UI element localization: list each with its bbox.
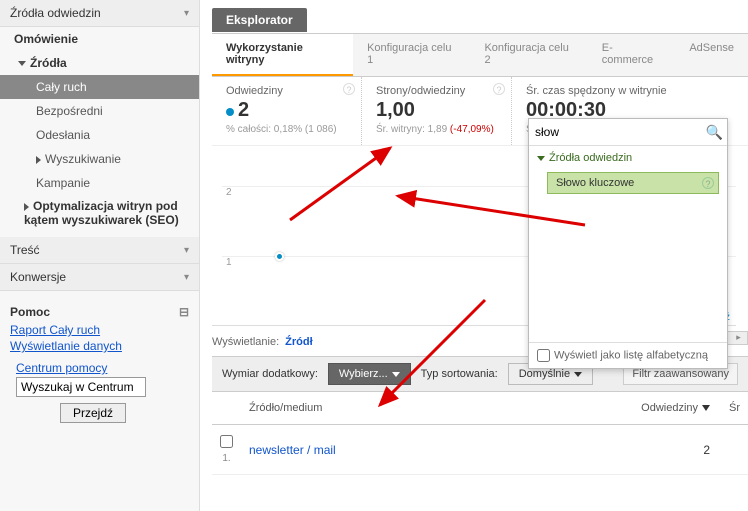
series-dot-icon — [226, 108, 234, 116]
nav-campaigns[interactable]: Kampanie — [0, 171, 199, 195]
dimension-group[interactable]: Źródła odwiedzin — [529, 146, 727, 170]
row-index: 1. — [220, 453, 233, 464]
dimension-picker-popup: 🔍 Źródła odwiedzin Słowo kluczowe? Wyświ… — [528, 118, 728, 369]
triangle-down-icon — [18, 61, 26, 66]
col-source[interactable]: Źródło/medium — [241, 392, 502, 425]
metric-visits-sub: % całości: 0,18% (1 086) — [226, 124, 347, 135]
sort-desc-icon — [702, 405, 710, 411]
metric-visits[interactable]: ? Odwiedziny 2 % całości: 0,18% (1 086) — [212, 77, 362, 145]
triangle-down-icon — [537, 156, 545, 161]
secondary-dim-button[interactable]: Wybierz... — [328, 363, 411, 385]
subtab-goal2[interactable]: Konfiguracja celu 2 — [470, 34, 587, 76]
collapse-icon[interactable]: ⊟ — [179, 305, 189, 319]
nav-all-traffic[interactable]: Cały ruch — [0, 75, 199, 99]
data-table: Źródło/medium Odwiedziny Śr 1. newslette… — [212, 392, 748, 475]
help-center-link[interactable]: Centrum pomocy — [16, 361, 189, 375]
help-panel: Pomoc ⊟ Raport Cały ruch Wyświetlanie da… — [10, 305, 189, 423]
help-search-input[interactable] — [16, 377, 146, 397]
nav-direct[interactable]: Bezpośredni — [0, 99, 199, 123]
main-area: Eksplorator Wykorzystanie witryny Konfig… — [200, 0, 748, 511]
chevron-down-icon: ▾ — [184, 272, 189, 283]
help-icon[interactable]: ? — [493, 83, 505, 95]
row-checkbox[interactable] — [220, 435, 233, 448]
nav-section-sources[interactable]: Źródła odwiedzin ▾ — [0, 0, 199, 27]
secondary-dim-label: Wymiar dodatkowy: — [222, 368, 318, 380]
chart-point — [275, 252, 284, 261]
nav-sources[interactable]: Źródła — [0, 51, 199, 75]
tabset: Eksplorator — [212, 8, 748, 34]
left-nav: Źródła odwiedzin ▾ Omówienie Źródła Cały… — [0, 0, 200, 511]
col-visits[interactable]: Odwiedziny — [502, 392, 718, 425]
chevron-right-icon: ▸ — [730, 332, 747, 344]
primary-dimension[interactable]: Źródł — [285, 336, 313, 348]
dimension-search-input[interactable] — [533, 123, 702, 141]
alpha-label: Wyświetl jako listę alfabetyczną — [554, 349, 708, 361]
metric-pages-sub-b: (-47,09%) — [450, 124, 494, 135]
metric-pages-sub-a: Śr. witryny: 1,89 — [376, 124, 450, 135]
nav-section-conversions-label: Konwersje — [10, 270, 66, 284]
subtab-adsense[interactable]: AdSense — [675, 34, 748, 76]
table-row[interactable]: 1. newsletter / mail 2 — [212, 425, 748, 475]
row-visits: 2 — [502, 425, 718, 475]
triangle-right-icon — [36, 156, 41, 164]
nav-section-content-label: Treść — [10, 243, 40, 257]
dimension-search-row: 🔍 — [529, 119, 727, 146]
nav-search[interactable]: Wyszukiwanie — [0, 147, 199, 171]
chevron-down-icon: ▾ — [184, 245, 189, 256]
subtab-ecommerce[interactable]: E-commerce — [588, 34, 676, 76]
nav-overview[interactable]: Omówienie — [0, 27, 199, 51]
metric-pages[interactable]: ? Strony/odwiedziny 1,00 Śr. witryny: 1,… — [362, 77, 512, 145]
dropdown-icon — [392, 372, 400, 377]
row-source[interactable]: newsletter / mail — [241, 425, 502, 475]
sort-label: Typ sortowania: — [421, 368, 498, 380]
subtab-site-usage[interactable]: Wykorzystanie witryny — [212, 34, 353, 76]
help-title: Pomoc — [10, 305, 50, 319]
dimension-alpha-row[interactable]: Wyświetl jako listę alfabetyczną — [529, 342, 727, 368]
dropdown-icon — [574, 372, 582, 377]
metric-time-label: Śr. czas spędzony w witrynie — [526, 85, 667, 97]
dimension-option-keyword[interactable]: Słowo kluczowe? — [547, 172, 719, 194]
nav-section-sources-label: Źródła odwiedzin — [10, 6, 101, 20]
nav-referrals[interactable]: Odesłania — [0, 123, 199, 147]
col-checkbox — [212, 392, 241, 425]
viewing-label: Wyświetlanie: — [212, 336, 279, 348]
triangle-right-icon — [24, 203, 29, 211]
help-link-display[interactable]: Wyświetlanie danych — [10, 339, 189, 353]
metric-pages-label: Strony/odwiedziny — [376, 85, 497, 97]
metric-pages-value: 1,00 — [376, 99, 497, 122]
help-link-report[interactable]: Raport Cały ruch — [10, 323, 189, 337]
alpha-checkbox[interactable] — [537, 349, 550, 362]
metric-visits-label: Odwiedziny — [226, 85, 347, 97]
help-go-button[interactable]: Przejdź — [60, 403, 126, 423]
subtab-goal1[interactable]: Konfiguracja celu 1 — [353, 34, 470, 76]
help-title-row: Pomoc ⊟ — [10, 305, 189, 319]
nav-seo[interactable]: Optymalizacja witryn pod kątem wyszukiwa… — [0, 195, 199, 231]
subtab-row: Wykorzystanie witryny Konfiguracja celu … — [212, 34, 748, 77]
col-sr[interactable]: Śr — [718, 392, 748, 425]
help-icon[interactable]: ? — [702, 177, 714, 189]
nav-section-content[interactable]: Treść ▾ — [0, 237, 199, 264]
tab-explorer[interactable]: Eksplorator — [212, 8, 307, 32]
chevron-down-icon: ▾ — [184, 8, 189, 19]
metric-visits-value: 2 — [238, 99, 249, 121]
nav-section-conversions[interactable]: Konwersje ▾ — [0, 264, 199, 291]
search-icon[interactable]: 🔍 — [706, 124, 723, 141]
help-icon[interactable]: ? — [343, 83, 355, 95]
